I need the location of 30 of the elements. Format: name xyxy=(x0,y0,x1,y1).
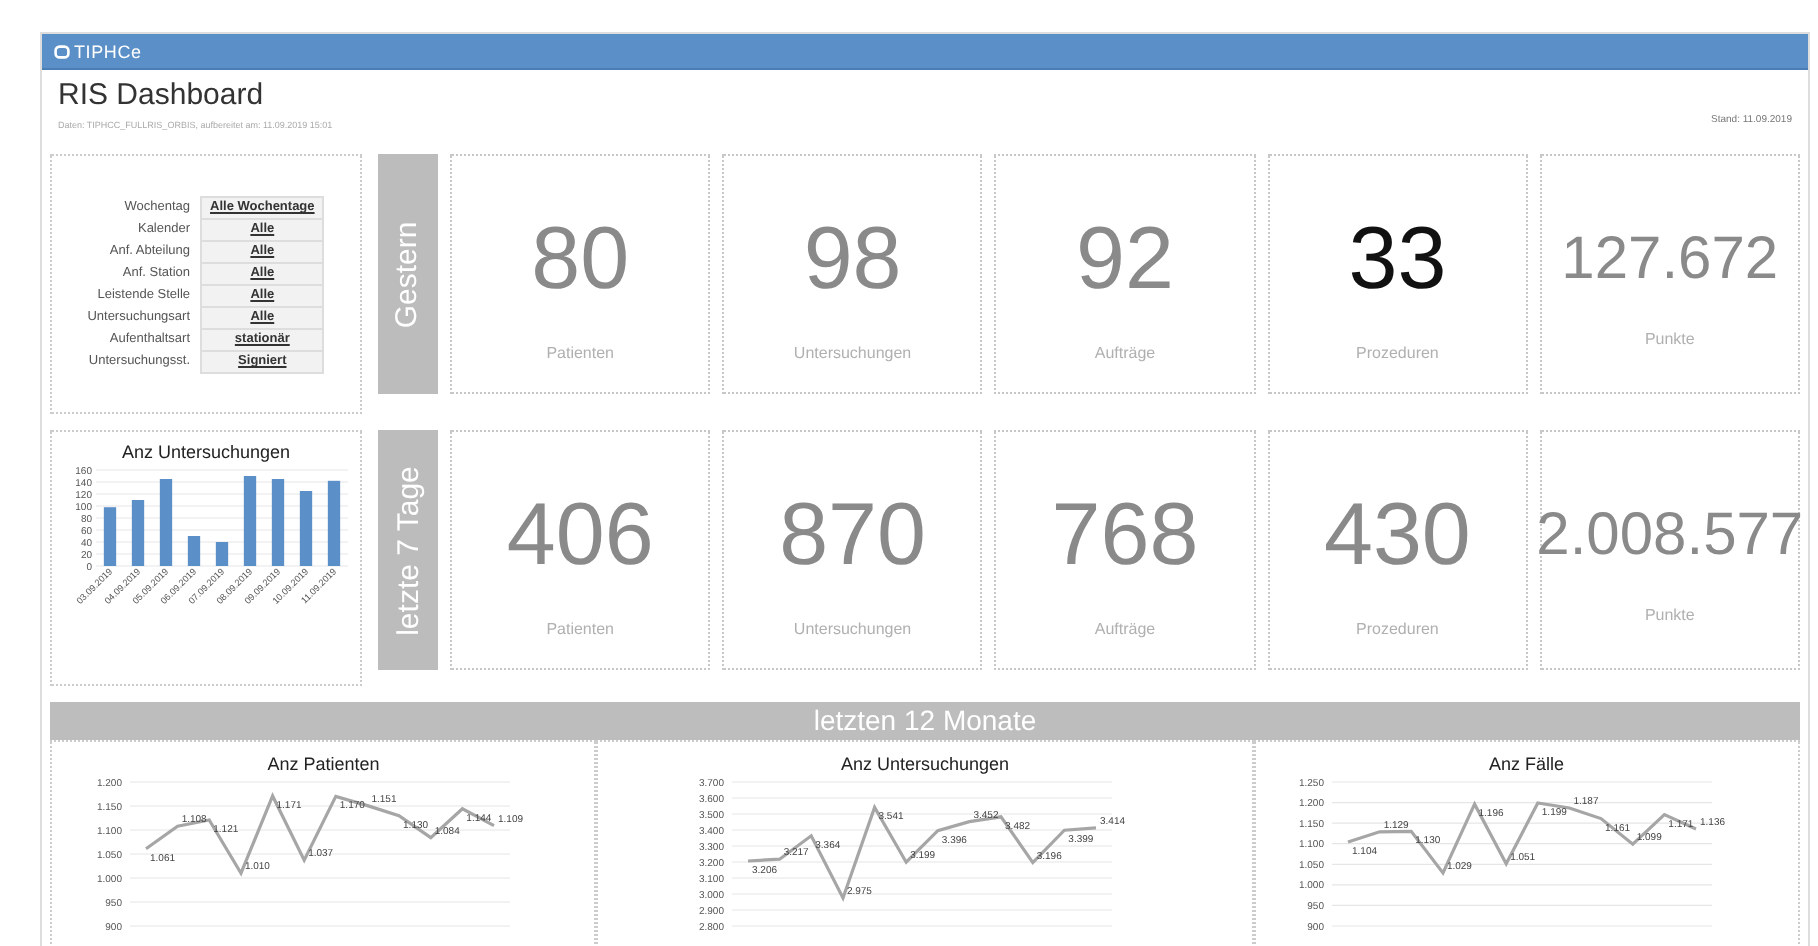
kpi-label: Punkte xyxy=(1644,329,1695,347)
kpi-label: Aufträge xyxy=(1094,619,1156,637)
kpi-value: 406 xyxy=(506,491,654,579)
period-label: Gestern xyxy=(391,220,425,328)
kpi-label: Untersuchungen xyxy=(793,343,912,361)
kpi-value: 92 xyxy=(1076,215,1174,303)
logo: TIPHCe xyxy=(74,41,142,61)
period-label: letzte 7 Tage xyxy=(391,465,425,635)
kpi-label: Prozeduren xyxy=(1356,343,1439,361)
kpi-value: 2.008.577 xyxy=(1536,505,1804,565)
kpi-label: Prozeduren xyxy=(1356,619,1439,637)
kpi-label: Punkte xyxy=(1644,605,1695,623)
chart-title: Anz Untersuchungen xyxy=(840,754,1010,774)
kpi-label: Patienten xyxy=(546,343,614,361)
section-header: letzten 12 Monate xyxy=(50,702,1800,740)
kpi-value: 33 xyxy=(1348,215,1447,303)
kpi-value: 768 xyxy=(1051,491,1199,579)
chart-title: Anz Untersuchungen xyxy=(121,442,291,462)
kpi-label: Patienten xyxy=(546,619,614,637)
logo-icon xyxy=(54,43,70,59)
kpi-label: Aufträge xyxy=(1094,343,1156,361)
chart-title: Anz Fälle xyxy=(1489,754,1565,774)
kpi-value: 430 xyxy=(1323,491,1471,579)
kpi-label: Untersuchungen xyxy=(793,619,912,637)
kpi-value: 80 xyxy=(531,215,630,303)
kpi-value: 98 xyxy=(803,215,902,303)
page-title: RIS Dashboard xyxy=(58,78,266,112)
chart-title: Anz Patienten xyxy=(267,754,380,774)
kpi-value: 870 xyxy=(779,491,926,579)
kpi-value: 127.672 xyxy=(1561,229,1779,289)
